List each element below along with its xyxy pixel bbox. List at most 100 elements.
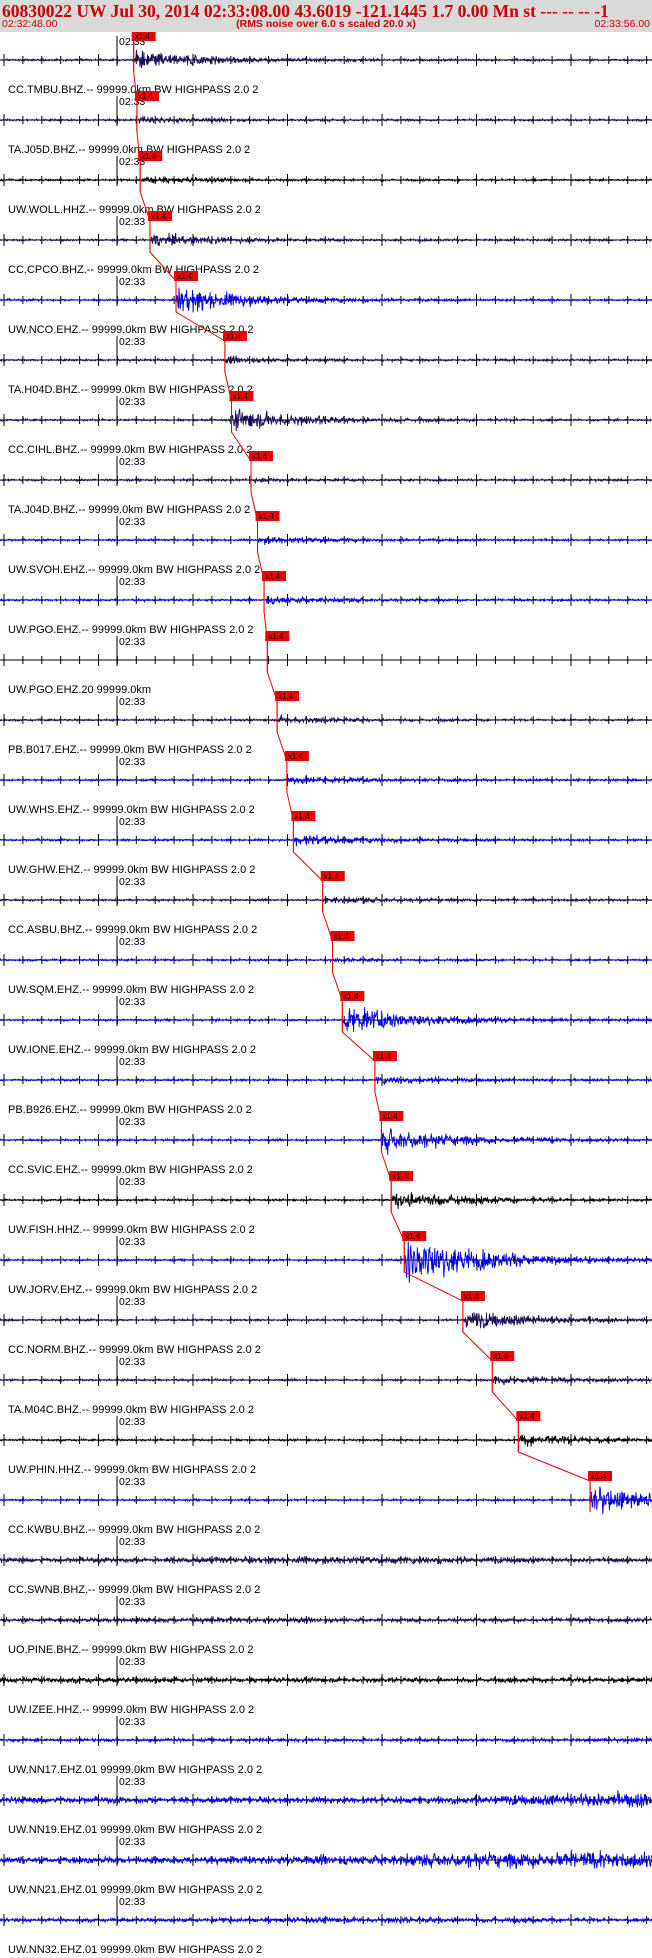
station-label: TA.J05D.BHZ.-- 99999.0km BW HIGHPASS 2.0… [8, 144, 250, 156]
pick-label: x1.4 [151, 212, 167, 221]
plot-header: 60830022 UW Jul 30, 2014 02:33:08.00 43.… [0, 0, 652, 32]
minute-label: 02:33 [119, 1356, 145, 1368]
station-label: UW.PHIN.HHZ.-- 99999.0km BW HIGHPASS 2.0… [8, 1464, 256, 1476]
waveform [0, 956, 652, 963]
waveform [0, 896, 652, 905]
trace-2: 02:33UW.WOLL.HHZ.-- 99999.0km BW HIGHPAS… [0, 151, 652, 216]
station-label: UW.GHW.EHZ.-- 99999.0km BW HIGHPASS 2.0 … [8, 864, 255, 876]
trace-22: 02:33 TA.M04C.BHZ.-- 99999.0km BW HIGHPAS… [0, 1351, 652, 1416]
minute-label: 02:33 [119, 1836, 145, 1848]
pick-label: x1.4 [177, 272, 193, 281]
pick-label: x1.4 [268, 632, 284, 641]
waveform [0, 1736, 652, 1744]
trace-5: 02:33 TA.H04D.BHZ.-- 99999.0km BW HIGHPAS… [0, 331, 652, 396]
station-label: UW.NN21.EHZ.01 99999.0km BW HIGHPASS 2.0… [8, 1884, 262, 1896]
minute-label: 02:33 [119, 396, 145, 408]
pick-label: x1.4 [591, 1472, 607, 1481]
trace-9: 02:33 UW.PGO.EHZ.-- 99999.0km BW HIGHPASS… [0, 571, 652, 636]
noise-scale-subtitle: (RMS noise over 6.0 s scaled 20.0 x) [236, 18, 416, 30]
trace-31: 02:33 UW.NN32.EHZ.01 99999.0km BW HIGHPAS… [0, 1896, 652, 1956]
station-label: UW.PGO.EHZ.20 99999.0km [8, 684, 151, 696]
station-label: UW.FISH.HHZ.-- 99999.0km BW HIGHPASS 2.0… [8, 1224, 255, 1236]
pick-label: x1.4 [226, 332, 242, 341]
trace-25: 02:33 CC.SWNB.BHZ.-- 99999.0km BW HIGHPAS… [0, 1536, 652, 1596]
station-label: UW.WOLL.HHZ.-- 99999.0km BW HIGHPASS 2.0… [8, 204, 261, 216]
station-label: UW.WHS.EHZ.-- 99999.0km BW HIGHPASS 2.0 … [8, 804, 255, 816]
trace-11: 02:33 PB.B017.EHZ.-- 99999.0km BW HIGHPAS… [0, 691, 652, 756]
minute-label: 02:33 [119, 1116, 145, 1128]
trace-13: 02:33 UW.GHW.EHZ.-- 99999.0km BW HIGHPASS… [0, 811, 652, 876]
station-label: PB.B017.EHZ.-- 99999.0km BW HIGHPASS 2.0… [8, 744, 252, 756]
minute-label: 02:33 [119, 1716, 145, 1728]
waveform [0, 115, 652, 125]
station-label: CC.SVIC.EHZ.-- 99999.0km BW HIGHPASS 2.0… [8, 1164, 253, 1176]
pick-label: x1.4 [392, 1172, 408, 1181]
waveform [0, 1191, 652, 1210]
minute-label: 02:33 [119, 1236, 145, 1248]
pick-label: x1.4 [519, 1412, 535, 1421]
trace-21: 02:33 CC.NORM.BHZ.-- 99999.0km BW HIGHPAS… [0, 1291, 652, 1356]
station-label: CC.KWBU.BHZ.-- 99999.0km BW HIGHPASS 2.0… [8, 1524, 260, 1536]
waveform [0, 1555, 652, 1565]
station-label: TA.H04D.BHZ.-- 99999.0km BW HIGHPASS 2.0… [8, 384, 253, 396]
trace-14: 02:33 CC.ASBU.BHZ.-- 99999.0km BW HIGHPAS… [0, 871, 652, 936]
trace-19: 02:33 UW.FISH.HHZ.-- 99999.0km BW HIGHPAS… [0, 1171, 652, 1236]
station-label: CC.NORM.BHZ.-- 99999.0km BW HIGHPASS 2.0… [8, 1344, 261, 1356]
trace-17: 02:33 PB.B926.EHZ.-- 99999.0km BW HIGHPAS… [0, 1051, 652, 1116]
minute-label: 02:33 [119, 456, 145, 468]
minute-label: 02:33 [119, 1056, 145, 1068]
waveform [0, 1375, 652, 1386]
pick-label: x1.4 [343, 992, 359, 1001]
station-label: CC.SWNB.BHZ.-- 99999.0km BW HIGHPASS 2.0… [8, 1584, 260, 1596]
station-label: UW.IONE.EHZ.-- 99999.0km BW HIGHPASS 2.0… [8, 1044, 256, 1056]
pick-label: x1.4 [138, 92, 154, 101]
minute-label: 02:33 [119, 756, 145, 768]
station-label: UW.JORV.EHZ.-- 99999.0km BW HIGHPASS 2.0… [8, 1284, 257, 1296]
trace-12: 02:33 UW.WHS.EHZ.-- 99999.0km BW HIGHPASS… [0, 751, 652, 816]
minute-label: 02:33 [119, 936, 145, 948]
waveform [0, 1434, 652, 1447]
minute-label: 02:33 [119, 1776, 145, 1788]
station-label: UW.NN17.EHZ.01 99999.0km BW HIGHPASS 2.0… [8, 1764, 262, 1776]
pick-label: x1.4 [382, 1112, 398, 1121]
trace-4: 02:33 UW.NCO.EHZ.-- 99999.0km BW HIGHPASS… [0, 271, 652, 336]
minute-label: 02:33 [119, 1896, 145, 1908]
station-label: CC.CIHL.BHZ.-- 99999.0km BW HIGHPASS 2.0… [8, 444, 252, 456]
station-label: UW.SVOH.EHZ.-- 99999.0km BW HIGHPASS 2.0… [8, 564, 260, 576]
station-label: UW.IZEE.HHZ.-- 99999.0km BW HIGHPASS 2.0… [8, 1704, 254, 1716]
minute-label: 02:33 [119, 1416, 145, 1428]
minute-label: 02:33 [119, 996, 145, 1008]
pick-label: x1.4 [141, 152, 157, 161]
pick-label: x1.4 [464, 1292, 480, 1301]
station-label: CC.TMBU.BHZ.-- 99999.0km BW HIGHPASS 2.0… [8, 84, 258, 96]
trace-8: 02:33 UW.SVOH.EHZ.-- 99999.0km BW HIGHPAS… [0, 511, 652, 576]
waveform [0, 1915, 652, 1924]
trace-6: 02:33 CC.CIHL.BHZ.-- 99999.0km BW HIGHPAS… [0, 391, 652, 456]
minute-label: 02:33 [119, 1596, 145, 1608]
station-label: UW.PGO.EHZ.-- 99999.0km BW HIGHPASS 2.0 … [8, 624, 254, 636]
pick-label: x1.4 [405, 1232, 421, 1241]
trace-16: 02:33 UW.IONE.EHZ.-- 99999.0km BW HIGHPAS… [0, 991, 652, 1056]
waveform [0, 355, 652, 364]
waveform [0, 774, 652, 785]
pick-label: x1.4 [334, 932, 350, 941]
waveform [0, 1241, 652, 1283]
trace-1: 02:33TA.J05D.BHZ.-- 99999.0km BW HIGHPAS… [0, 91, 652, 156]
minute-label: 02:33 [119, 1656, 145, 1668]
minute-label: 02:33 [119, 336, 145, 348]
minute-label: 02:33 [119, 876, 145, 888]
pick-label: x1.4 [493, 1352, 509, 1361]
pick-label: x1.4 [376, 1052, 392, 1061]
minute-label: 02:33 [119, 1176, 145, 1188]
pick-label: x1.4 [259, 512, 275, 521]
minute-label: 02:33 [119, 516, 145, 528]
trace-15: 02:33 UW.SQM.EHZ.-- 99999.0km BW HIGHPASS… [0, 931, 652, 996]
seismogram-plot: 02:33 CC.TMBU.BHZ.-- 99999.0km BW HIGHPAS… [0, 32, 652, 1956]
waveform [0, 713, 652, 724]
trace-27: 02:33 UW.IZEE.HHZ.-- 99999.0km BW HIGHPAS… [0, 1656, 652, 1716]
minute-label: 02:33 [119, 276, 145, 288]
waveform [0, 1486, 652, 1515]
trace-24: 02:33 CC.KWBU.BHZ.-- 99999.0km BW HIGHPAS… [0, 1471, 652, 1536]
minute-label: 02:33 [119, 576, 145, 588]
trace-3: 02:33 CC.CPCO.BHZ.-- 99999.0km BW HIGHPAS… [0, 211, 652, 276]
